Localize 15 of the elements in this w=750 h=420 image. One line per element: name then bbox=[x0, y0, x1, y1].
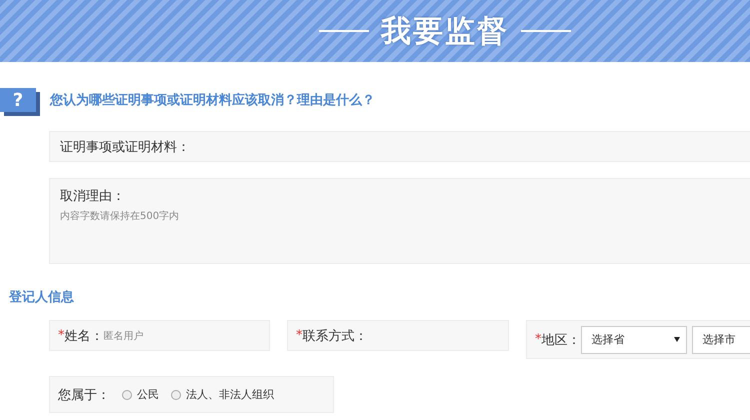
section-title: 登记人信息 bbox=[9, 289, 75, 306]
material-field[interactable]: 证明事项或证明材料： bbox=[49, 131, 750, 162]
city-select[interactable]: 选择市 bbox=[692, 326, 750, 354]
province-select[interactable]: 选择省 bbox=[580, 326, 686, 354]
name-field[interactable]: *姓名：匿名用户 bbox=[49, 320, 270, 351]
identity-group: 您属于： 公民 法人、非法人组织 bbox=[49, 376, 334, 413]
reason-field[interactable]: 取消理由： 内容字数请保持在500字内 bbox=[49, 178, 750, 264]
caret-icon bbox=[674, 337, 680, 342]
question-icon: ? bbox=[0, 88, 36, 112]
banner-title: 我要监督 bbox=[381, 12, 509, 50]
region-field: *地区： 选择省 选择市 bbox=[526, 320, 750, 359]
radio-option[interactable]: 公民 bbox=[122, 387, 159, 402]
contact-field[interactable]: *联系方式： bbox=[287, 320, 509, 351]
question-text: 您认为哪些证明事项或证明材料应该取消？理由是什么？ bbox=[50, 92, 375, 109]
radio-option[interactable]: 法人、非法人组织 bbox=[171, 387, 274, 402]
